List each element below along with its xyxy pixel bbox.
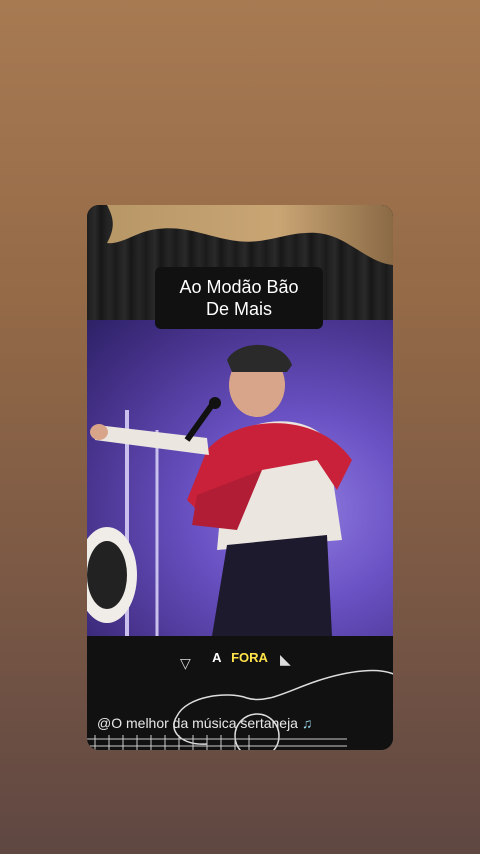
triangle-icon: ▽ — [180, 655, 191, 671]
pick-icon: ◣ — [280, 651, 291, 667]
caption: @O melhor da música sertaneja ♫ — [97, 715, 312, 731]
song-title-line2: De Mais — [205, 299, 272, 319]
video-card[interactable]: Ao Modão Bão De Mais A FORA ▽ ◣ @O melho… — [87, 205, 393, 750]
lyric-line: A FORA — [87, 650, 393, 665]
caption-text: @O melhor da música sertaneja — [97, 715, 298, 731]
music-notes-icon: ♫ — [301, 715, 313, 731]
singer-illustration — [87, 344, 352, 636]
song-title-line1: Ao Modão Bão — [179, 277, 299, 297]
lyric-word-highlighted: FORA — [231, 650, 268, 665]
fretboard-decoration — [87, 735, 347, 750]
performer-photo — [87, 320, 393, 636]
lyric-word: A — [212, 650, 222, 665]
song-title: Ao Modão Bão De Mais — [155, 267, 323, 329]
